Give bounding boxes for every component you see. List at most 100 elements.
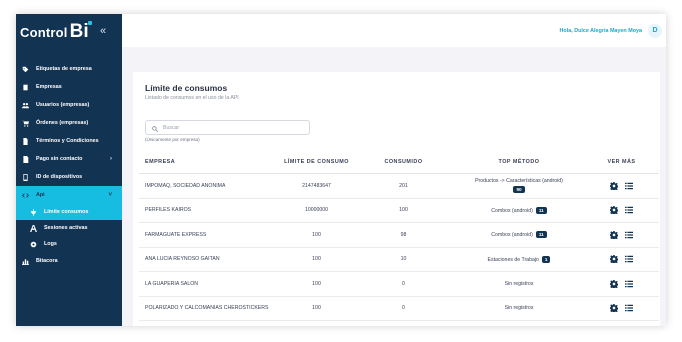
cell-top-metodo: Combos (android) 11 [454,231,584,239]
table-header: EMPRESA LÍMITE DE CONSUMO CONSUMIDO TOP … [139,151,659,174]
chevron-right-icon: › [110,156,112,162]
sidebar-item-pago[interactable]: Pago sin contacto › [16,150,122,168]
cell-limite: 100 [312,256,321,263]
cell-actions [584,304,659,313]
cell-consumido: 100 [399,207,408,214]
brand-suffix: Bi [69,21,89,42]
settings-icon[interactable] [610,230,618,239]
sidebar-item-empresas[interactable]: Empresas [16,78,122,96]
cell-limite: 10000000 [304,207,329,214]
cell-empresa: LA GUAPERIA SALON [145,280,199,287]
sidebar-item-bitacora[interactable]: Bitacora [16,252,122,270]
sidebar-item-terminos[interactable]: Términos y Condiciones [16,132,122,150]
table-row: POLARIZADO Y CALCOMANIAS CHEROSTICKERS 1… [139,297,659,321]
sidebar-item-label: Términos y Condiciones [36,138,99,144]
brand-dot [87,21,92,25]
cell-empresa: POLARIZADO Y CALCOMANIAS CHEROSTICKERS [145,305,269,312]
search-icon [152,119,158,137]
sidebar-item-api[interactable]: Api ˅ [16,186,122,204]
column-header-consumido[interactable]: CONSUMIDO [353,159,454,165]
cell-actions [584,255,659,264]
collapse-sidebar-icon[interactable]: « [100,25,106,37]
settings-icon[interactable] [610,255,618,264]
table-row: IMPOMAQ, SOCIEDAD ANONIMA 2147483647 201… [139,174,659,199]
metodo-label: Combos (android) [491,232,533,239]
sidebar-subitem-logs[interactable]: Logs [16,236,122,252]
search-input[interactable] [163,124,303,131]
sidebar-item-label: Límite consumos [44,209,89,215]
scale-icon [28,208,38,216]
count-badge: 1 [541,255,551,263]
cell-top-metodo: Estaciones de Trabajo 1 [454,255,584,263]
active-indicator [19,207,21,217]
cell-empresa: PERFILES KAIROS [145,207,192,214]
top-bar: Hola, Dulce Alegría Mayen Moya D [122,14,666,47]
cell-actions [584,181,659,190]
sidebar: Control Bi « Etiquetas de empresa Empres… [16,14,122,326]
font-icon [28,224,38,232]
sidebar-item-label: Api [36,192,45,198]
settings-icon[interactable] [610,181,618,190]
sidebar-item-dispositivos[interactable]: ID de dispositivos [16,168,122,186]
settings-icon[interactable] [610,304,618,313]
sidebar-item-label: Etiquetas de empresa [36,66,92,72]
cell-limite: 2147483647 [302,182,331,189]
metodo-label: Combos (android) [491,207,533,214]
consumos-table: EMPRESA LÍMITE DE CONSUMO CONSUMIDO TOP … [139,151,659,321]
cell-consumido: 98 [400,231,407,238]
sidebar-item-label: Logs [44,241,57,247]
brand-logo: Control Bi « [16,14,122,50]
settings-icon[interactable] [610,206,618,215]
column-header-empresa[interactable]: EMPRESA [139,159,280,165]
sidebar-item-usuarios[interactable]: Usuarios (empresas) [16,96,122,114]
chevron-down-icon: ˅ [108,192,112,198]
cell-empresa: IMPOMAQ, SOCIEDAD ANONIMA [145,182,226,189]
list-icon[interactable] [625,206,633,214]
sidebar-nav: Etiquetas de empresa Empresas Usuarios (… [16,60,122,270]
search-hint: (Únicamente por empresa) [145,137,200,142]
settings-icon[interactable] [610,279,618,288]
count-badge: 90 [513,186,525,194]
sidebar-subitem-sesiones[interactable]: Sesiones activas [16,220,122,236]
sidebar-item-label: Empresas [36,84,62,90]
building-icon [20,84,30,91]
metodo-label: Productos -> Características (android) [475,178,563,185]
search-box[interactable] [145,120,310,135]
settings-icon [28,241,38,248]
count-badge: 11 [535,231,547,239]
avatar[interactable]: D [648,23,662,38]
payment-icon [20,155,30,163]
cell-actions [584,230,659,239]
cell-empresa: FARMAGUATE EXPRESS [145,231,207,238]
list-icon[interactable] [625,304,633,312]
sidebar-item-label: Sesiones activas [44,225,88,231]
cell-top-metodo: Combos (android) 11 [454,206,584,214]
list-icon[interactable] [625,255,633,263]
cell-consumido: 0 [402,305,405,312]
column-header-limite[interactable]: LÍMITE DE CONSUMO [280,159,353,165]
list-icon[interactable] [625,231,633,239]
cell-top-metodo: Productos -> Características (android) 9… [454,178,584,194]
table-row: LA GUAPERIA SALON 100 0 Sin registros [139,272,659,297]
sidebar-item-ordenes[interactable]: Órdenes (empresas) [16,114,122,132]
user-greeting[interactable]: Hola, Dulce Alegría Mayen Moya [560,28,642,34]
tag-icon [20,66,30,73]
app-window: Control Bi « Etiquetas de empresa Empres… [16,14,666,326]
sidebar-item-etiquetas[interactable]: Etiquetas de empresa [16,60,122,78]
sidebar-item-label: Pago sin contacto [36,156,83,162]
cell-top-metodo: Sin registros [504,305,534,312]
sidebar-subitem-limite-consumos[interactable]: Límite consumos [16,204,122,220]
column-header-top-metodo[interactable]: TOP MÉTODO [454,159,584,165]
sidebar-item-label: Bitacora [36,258,58,264]
table-row: ANA LUCIA REYNOSO GAITAN 100 10 Estacion… [139,248,659,272]
list-icon[interactable] [625,182,633,190]
chart-icon [20,258,30,265]
cell-consumido: 0 [402,280,405,287]
sidebar-item-label: Órdenes (empresas) [36,120,89,126]
cell-consumido: 201 [399,182,408,189]
cell-limite: 100 [312,280,321,287]
cell-consumido: 10 [400,256,407,263]
list-icon[interactable] [625,280,633,288]
sidebar-item-label: ID de dispositivos [36,174,83,180]
cell-top-metodo: Sin registros [504,280,534,287]
